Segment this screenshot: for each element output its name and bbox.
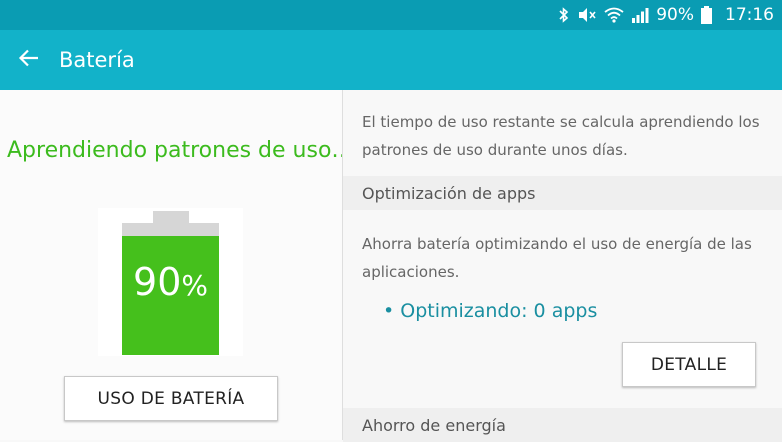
battery-usage-button[interactable]: USO DE BATERÍA: [64, 376, 278, 421]
battery-level-number: 90: [133, 260, 182, 304]
learning-status-text: Aprendiendo patrones de uso…: [7, 138, 354, 163]
battery-details-pane: El tiempo de uso restante se calcula apr…: [343, 90, 782, 442]
back-button[interactable]: [0, 30, 58, 90]
battery-level-text: 90%: [122, 260, 219, 304]
bluetooth-icon: [558, 7, 570, 23]
detail-button[interactable]: DETALLE: [622, 342, 756, 387]
wifi-icon: [604, 7, 624, 23]
arrow-left-icon: [18, 48, 40, 72]
remaining-time-info: El tiempo de uso restante se calcula apr…: [362, 113, 760, 159]
page-title: Batería: [59, 48, 135, 72]
app-bar: Batería: [0, 30, 782, 90]
status-bar: 90% 17:16: [0, 0, 782, 30]
app-optimization-header: Optimización de apps: [343, 176, 782, 210]
battery-graphic: 90%: [98, 208, 243, 356]
power-saving-header[interactable]: Ahorro de energía: [343, 408, 782, 442]
signal-icon: [631, 7, 649, 23]
app-optimization-description: Ahorra batería optimizando el uso de ene…: [362, 235, 752, 281]
battery-icon: [701, 6, 712, 24]
battery-level-unit: %: [181, 269, 208, 302]
battery-summary-pane: Aprendiendo patrones de uso… 90% USO DE …: [0, 90, 353, 440]
mute-icon: [577, 7, 597, 23]
battery-percent-text: 90%: [656, 5, 694, 25]
optimization-status-link[interactable]: • Optimizando: 0 apps: [383, 300, 597, 322]
status-icons: 90% 17:16: [558, 3, 774, 27]
clock-text: 17:16: [725, 5, 774, 25]
